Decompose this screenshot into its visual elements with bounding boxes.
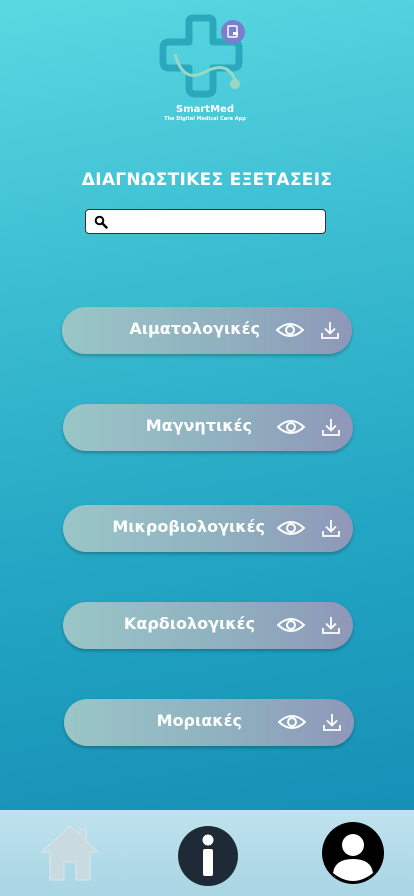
download-icon[interactable] [321, 518, 341, 538]
download-icon[interactable] [321, 615, 341, 635]
download-icon[interactable] [321, 417, 341, 437]
exam-button-hematology[interactable]: Αιματολογικές [62, 307, 352, 354]
exam-label: Μοριακές [156, 711, 242, 730]
search-input[interactable] [112, 212, 320, 231]
brand-name: SmartMed [176, 104, 234, 115]
exam-label: Μαγνητικές [145, 416, 252, 435]
eye-icon[interactable] [278, 713, 306, 731]
exam-button-cardiology[interactable]: Καρδιολογικές [63, 602, 353, 649]
profile-icon[interactable] [321, 821, 385, 885]
search-box[interactable] [85, 209, 326, 234]
info-icon[interactable] [177, 825, 239, 887]
page-title: ΔΙΑΓΝΩΣΤΙΚΕΣ ΕΞΕΤΑΣΕΙΣ [81, 170, 333, 190]
download-icon[interactable] [320, 320, 340, 340]
eye-icon[interactable] [277, 418, 305, 436]
medical-cross-logo-icon [159, 14, 245, 98]
eye-icon[interactable] [277, 519, 305, 537]
exam-label: Αιματολογικές [129, 319, 260, 338]
eye-icon[interactable] [276, 321, 304, 339]
search-icon [94, 215, 108, 229]
app-logo: SmartMed The Digital Medical Care App [155, 14, 255, 126]
exam-button-microbiology[interactable]: Μικροβιολογικές [63, 505, 353, 552]
exam-button-mri[interactable]: Μαγνητικές [63, 404, 353, 451]
exam-label: Μικροβιολογικές [112, 517, 265, 536]
exam-button-molecular[interactable]: Μοριακές [64, 699, 354, 746]
download-icon[interactable] [322, 712, 342, 732]
brand-tagline: The Digital Medical Care App [164, 116, 246, 122]
exam-label: Καρδιολογικές [123, 614, 255, 633]
eye-icon[interactable] [277, 616, 305, 634]
home-icon[interactable] [40, 824, 100, 882]
bottom-nav-bar [0, 810, 414, 896]
